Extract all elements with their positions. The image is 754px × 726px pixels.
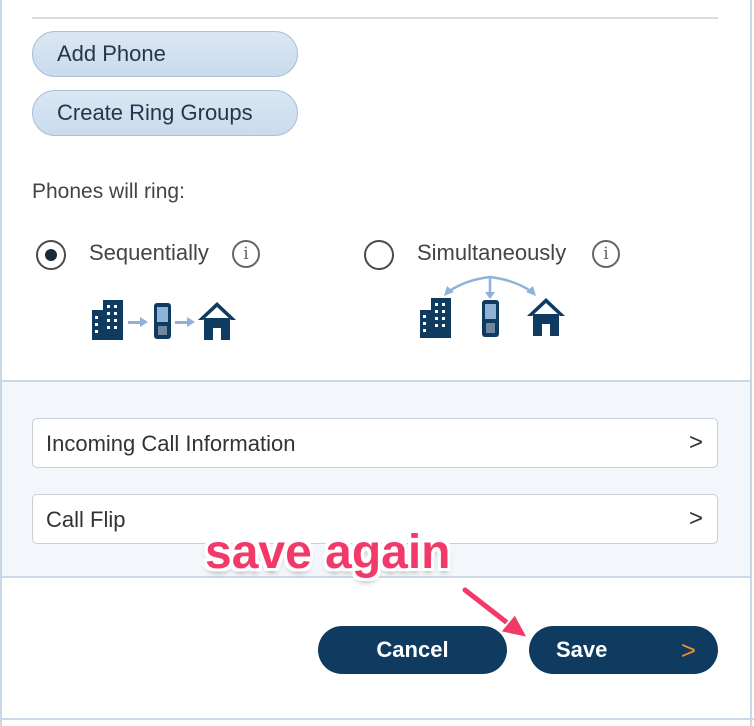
- cancel-button[interactable]: Cancel: [318, 626, 507, 674]
- row-label: Call Flip: [46, 507, 126, 532]
- annotation-text: save again: [205, 526, 451, 579]
- incoming-call-information-row[interactable]: Incoming Call Information >: [32, 418, 718, 468]
- ring-mode-illustrations: [92, 275, 565, 340]
- row-label: Incoming Call Information: [46, 431, 296, 456]
- office-building-icon: [92, 300, 123, 340]
- branching-arrows-icon: [447, 275, 533, 294]
- chevron-right-icon: >: [680, 635, 696, 665]
- save-button[interactable]: Save >: [529, 626, 718, 674]
- arrow-right-icon: [175, 317, 195, 327]
- mobile-phone-icon: [154, 303, 171, 339]
- mobile-phone-icon: [482, 300, 499, 337]
- arrow-right-icon: [128, 317, 148, 327]
- save-label: Save: [556, 637, 608, 662]
- home-icon: [527, 298, 565, 336]
- office-building-icon: [420, 298, 451, 338]
- chevron-right-icon: >: [688, 505, 703, 532]
- chevron-right-icon: >: [688, 429, 703, 456]
- home-icon: [198, 302, 236, 340]
- bottom-divider: [0, 718, 754, 720]
